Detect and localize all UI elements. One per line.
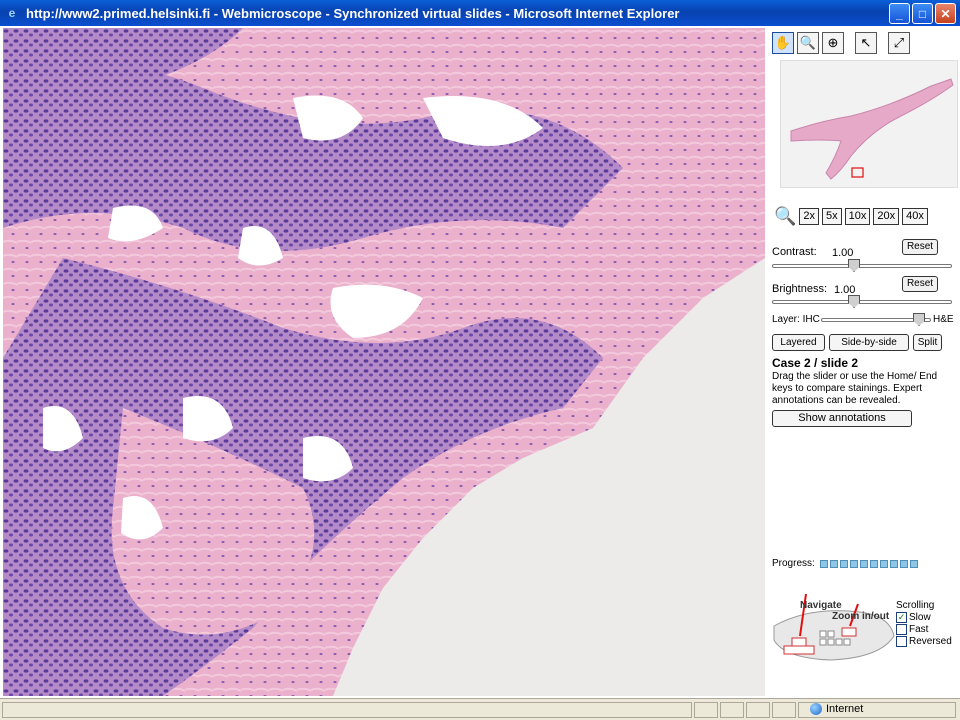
case-description: Drag the slider or use the Home/ End key…	[772, 371, 938, 406]
fast-label: Fast	[909, 624, 929, 635]
layer-label: Layer: IHC	[772, 314, 820, 325]
case-title: Case 2 / slide 2	[772, 356, 859, 370]
show-annotations-button[interactable]: Show annotations	[772, 410, 912, 427]
contrast-slider[interactable]	[772, 259, 952, 272]
fast-checkbox[interactable]	[896, 624, 907, 635]
title-bar: e http://www2.primed.helsinki.fi - Webmi…	[0, 0, 960, 26]
status-segment	[694, 702, 718, 718]
contrast-reset-button[interactable]: Reset	[902, 239, 938, 255]
brightness-reset-button[interactable]: Reset	[902, 276, 938, 292]
progress-cell	[849, 559, 858, 568]
layer-slider[interactable]	[821, 313, 931, 326]
magnifier-icon[interactable]: 🔍	[797, 32, 819, 54]
overview-thumbnail	[790, 78, 954, 180]
navigate-label: Navigate	[800, 600, 842, 611]
browser-window: e http://www2.primed.helsinki.fi - Webmi…	[0, 0, 960, 720]
zoom-10x-button[interactable]: 10x	[844, 208, 871, 225]
slide-overview[interactable]	[780, 60, 958, 188]
slide-viewer[interactable]	[3, 28, 765, 696]
progress-cell	[909, 559, 918, 568]
zoom-5x-button[interactable]: 5x	[822, 208, 842, 225]
tool-row: ✋ 🔍 ⊕ ↖ ⤢	[772, 32, 910, 54]
keyboard-help: Navigate Zoom in/out	[770, 576, 900, 666]
page-content: ✋ 🔍 ⊕ ↖ ⤢ 🔍 2x 5x 10x 20x 40x Contrast: …	[0, 26, 960, 698]
status-bar: Internet	[0, 698, 960, 720]
viewport-indicator[interactable]	[851, 167, 864, 178]
status-segment	[746, 702, 770, 718]
brightness-value: 1.00	[834, 284, 856, 296]
zoom-40x-button[interactable]: 40x	[902, 208, 928, 225]
layer-he-label: H&E	[933, 314, 954, 325]
contrast-label: Contrast:	[772, 246, 817, 258]
progress-cell	[829, 559, 838, 568]
progress-cell	[869, 559, 878, 568]
scroll-option-fast[interactable]: Fast	[896, 624, 952, 635]
reversed-checkbox[interactable]	[896, 636, 907, 647]
slow-label: Slow	[909, 612, 931, 623]
progress-cell	[859, 559, 868, 568]
progress-cells	[819, 559, 918, 568]
maximize-button[interactable]: □	[912, 3, 933, 24]
progress-cell	[899, 559, 908, 568]
slow-checkbox[interactable]: ✓	[896, 612, 907, 623]
zoom-region-icon[interactable]: ⊕	[822, 32, 844, 54]
window-title: http://www2.primed.helsinki.fi - Webmicr…	[26, 5, 680, 21]
progress-cell	[819, 559, 828, 568]
zoom-20x-button[interactable]: 20x	[873, 208, 900, 225]
fullscreen-icon[interactable]: ⤢	[888, 32, 910, 54]
scroll-option-reversed[interactable]: Reversed	[896, 636, 952, 647]
contrast-slider-knob[interactable]	[848, 259, 860, 272]
contrast-value: 1.00	[832, 247, 854, 259]
scroll-option-slow[interactable]: ✓ Slow	[896, 612, 952, 623]
progress-cell	[879, 559, 888, 568]
window-controls: _ □ ✕	[889, 3, 956, 24]
pointer-plus-icon[interactable]: ↖	[855, 32, 877, 54]
tissue-image[interactable]	[3, 28, 765, 696]
zone-label: Internet	[826, 703, 864, 715]
progress-cell	[889, 559, 898, 568]
hand-icon[interactable]: ✋	[772, 32, 794, 54]
globe-icon	[810, 703, 822, 715]
progress-label: Progress:	[772, 558, 815, 569]
status-message	[2, 702, 692, 718]
status-segment	[772, 702, 796, 718]
control-panel: ✋ 🔍 ⊕ ↖ ⤢ 🔍 2x 5x 10x 20x 40x Contrast: …	[766, 26, 960, 698]
ie-icon: e	[8, 6, 16, 20]
brightness-slider[interactable]	[772, 295, 952, 308]
zoom-in-out-label: Zoom in/out	[832, 611, 890, 622]
zoom-2x-button[interactable]: 2x	[799, 208, 820, 225]
layered-button[interactable]: Layered	[772, 334, 825, 351]
scrolling-title: Scrolling	[896, 600, 935, 611]
layer-slider-knob[interactable]	[913, 313, 925, 326]
progress-bar: Progress:	[772, 558, 918, 569]
brightness-label: Brightness:	[772, 283, 828, 295]
side-by-side-button[interactable]: Side-by-side	[829, 334, 909, 351]
status-segment	[720, 702, 744, 718]
reversed-label: Reversed	[909, 636, 952, 647]
minimize-button[interactable]: _	[889, 3, 910, 24]
scrolling-options: Scrolling ✓ Slow Fast Reversed	[896, 600, 952, 647]
zoom-levels: 🔍 2x 5x 10x 20x 40x	[774, 206, 928, 227]
progress-cell	[839, 559, 848, 568]
brightness-slider-knob[interactable]	[848, 295, 860, 308]
zone-indicator: Internet	[810, 703, 863, 715]
split-button[interactable]: Split	[913, 334, 942, 351]
close-button[interactable]: ✕	[935, 3, 956, 24]
zoom-lens-icon: 🔍	[774, 206, 797, 226]
